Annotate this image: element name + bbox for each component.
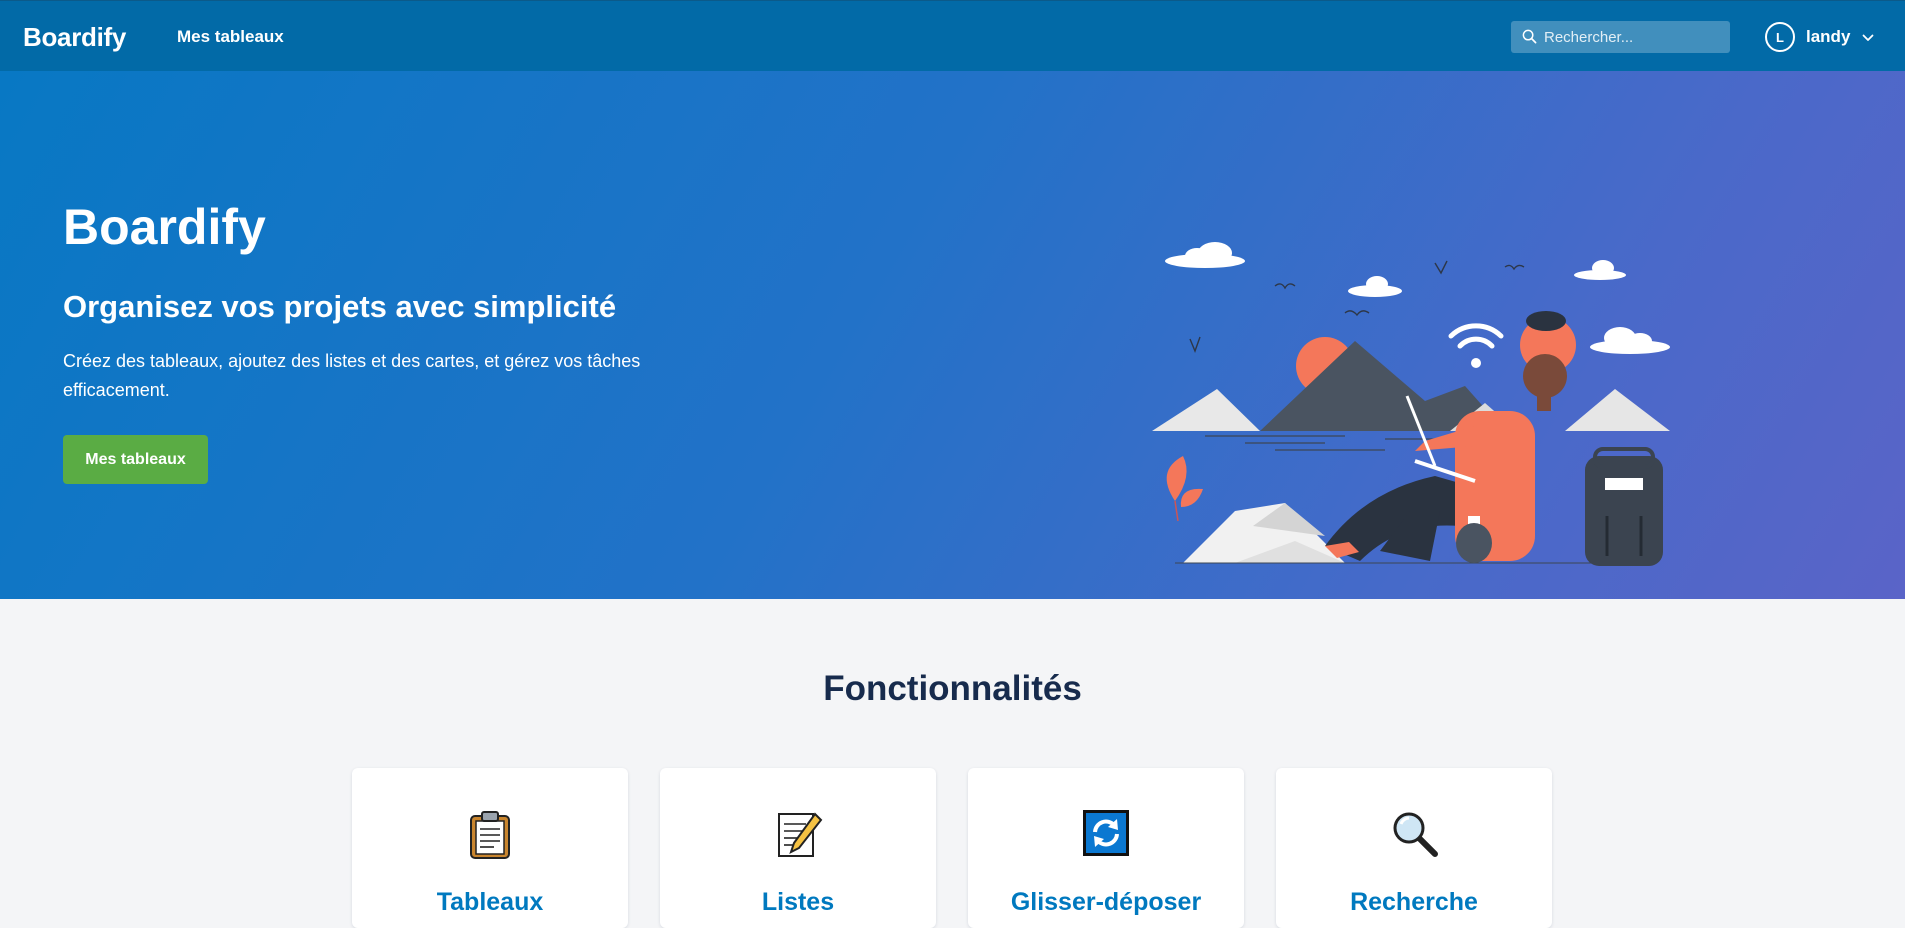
feature-card-drag-drop[interactable]: Glisser-déposer [968, 768, 1244, 928]
avatar[interactable]: L [1765, 22, 1795, 52]
features-title: Fonctionnalités [823, 669, 1082, 708]
user-name: landy [1806, 27, 1851, 46]
clipboard-icon [470, 811, 510, 859]
search-box[interactable] [1511, 21, 1730, 53]
feature-card-lists[interactable]: Listes [660, 768, 936, 928]
feature-card-boards[interactable]: Tableaux [352, 768, 628, 928]
hero-subtitle: Organisez vos projets avec simplicité [63, 289, 617, 324]
hero-section: Boardify Organisez vos projets avec simp… [0, 71, 1905, 599]
refresh-icon [1083, 810, 1129, 856]
feature-card-title: Tableaux [436, 888, 544, 916]
feature-card-search[interactable]: Recherche [1276, 768, 1552, 928]
feature-card-title: Listes [761, 888, 835, 916]
hero-description: Créez des tableaux, ajoutez des listes e… [63, 351, 641, 400]
hero-title: Boardify [63, 199, 266, 255]
chevron-down-icon[interactable] [1862, 34, 1874, 42]
magnifier-icon [1393, 812, 1438, 857]
my-boards-button[interactable]: Mes tableaux [63, 435, 208, 484]
nav-my-boards-link[interactable]: Mes tableaux [177, 27, 284, 47]
search-icon [1522, 29, 1537, 44]
hero-illustration [1152, 242, 1670, 566]
user-menu[interactable]: L landy [1765, 21, 1874, 53]
feature-card-title: Recherche [1350, 888, 1478, 916]
top-navbar: Boardify Mes tableaux L landy [0, 0, 1905, 71]
search-input[interactable] [1544, 28, 1724, 46]
brand-logo[interactable]: Boardify [23, 22, 126, 53]
feature-card-title: Glisser-déposer [1010, 888, 1202, 916]
memo-icon [778, 812, 823, 857]
